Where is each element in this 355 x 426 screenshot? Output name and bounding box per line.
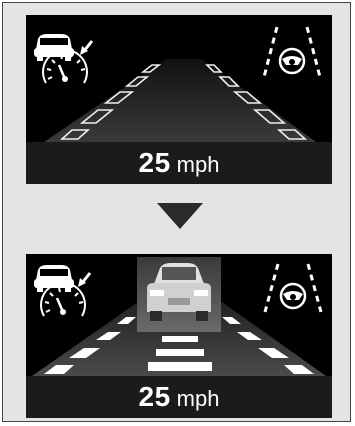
speed-readout-bar: 25 mph: [26, 142, 332, 184]
speed-value: 25: [138, 381, 171, 412]
vehicle-ahead-icon: [137, 257, 221, 332]
speed-readout-bar: 25 mph: [26, 376, 332, 418]
display-panel-after: 25 mph: [26, 254, 332, 418]
road-scene-highlighted: [26, 254, 332, 376]
speed-unit: mph: [176, 152, 220, 177]
road-scene-dim: [26, 15, 332, 142]
speed-value: 25: [138, 147, 171, 178]
display-panel-before: 25 mph: [26, 15, 332, 184]
down-triangle-icon: [157, 203, 203, 229]
diagram-frame: 25 mph 25 mph: [2, 2, 351, 422]
speed-unit: mph: [176, 386, 220, 411]
speed-readout: 25 mph: [26, 381, 332, 413]
speed-readout: 25 mph: [26, 147, 332, 179]
